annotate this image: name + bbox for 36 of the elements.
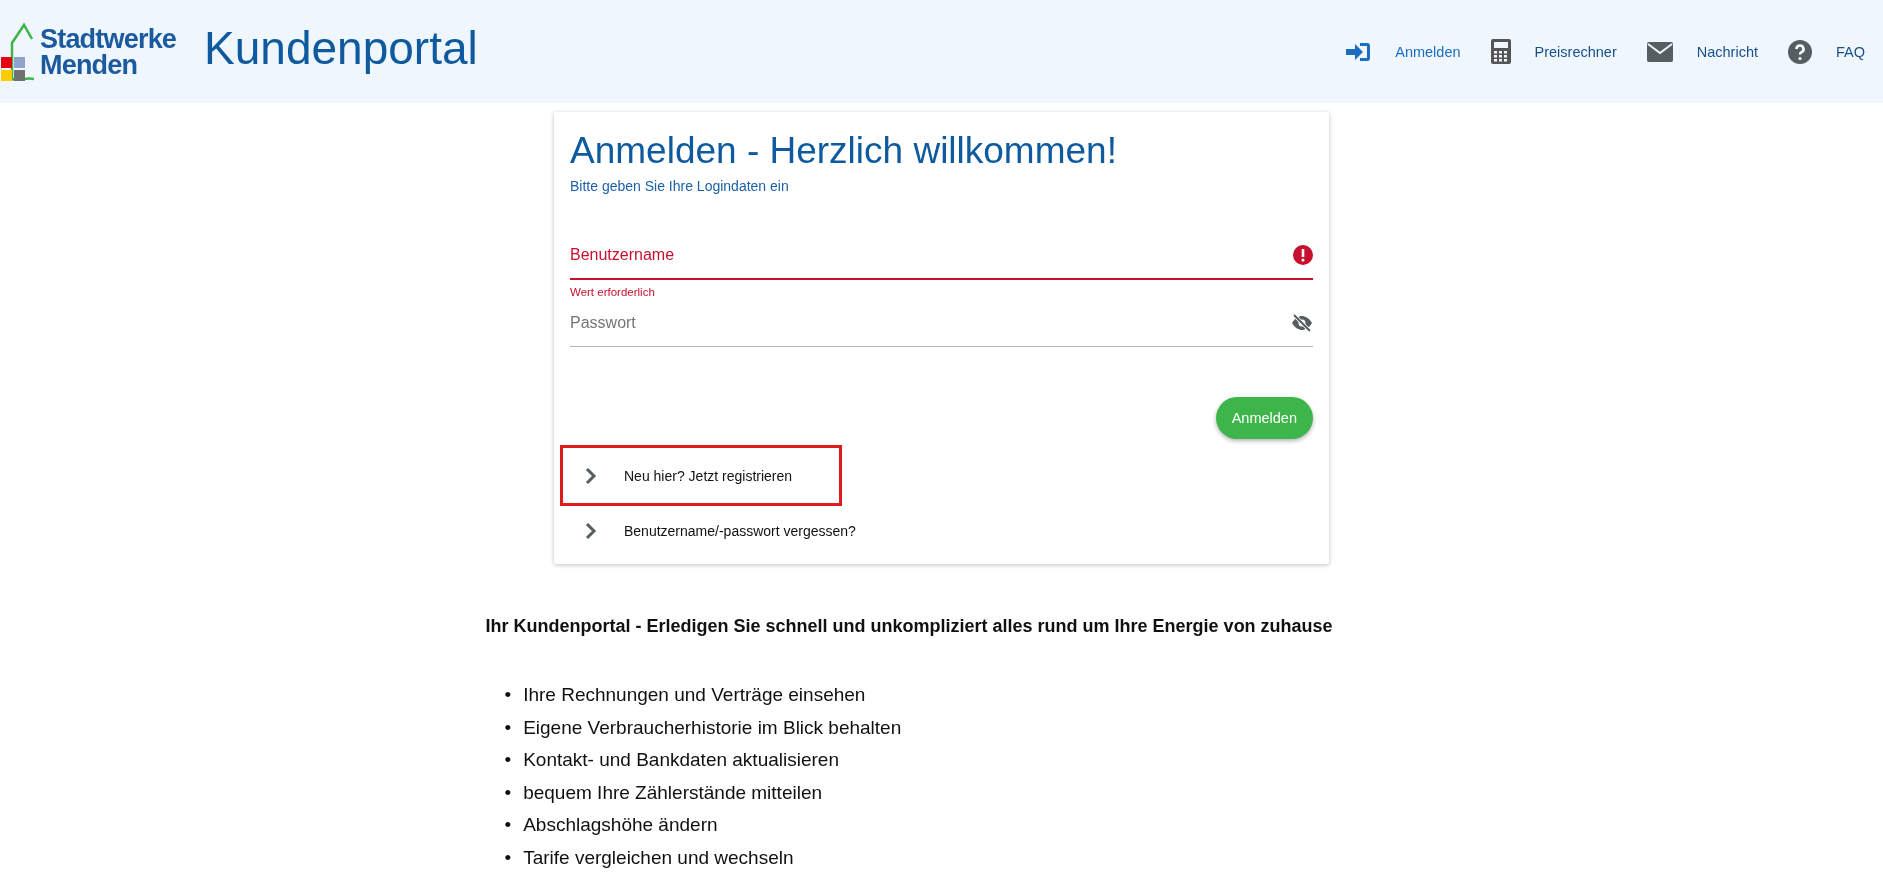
nav-link[interactable]: Nachricht [1646,41,1758,62]
nav-link[interactable]: Anmelden [1345,40,1461,63]
logo-text: Menden [40,51,139,78]
feature-item: Eigene Verbraucherhistorie im Blick behalten [523,715,902,740]
bullet-mark: • [504,683,512,707]
portal-title: Kundenportal [204,20,478,76]
bullet-mark: • [504,715,512,740]
feature-item: Ihre Rechnungen und Verträge einsehen [523,683,866,707]
input-field[interactable]: Passwort [570,311,1291,335]
card-subtitle: Bitte geben Sie Ihre Logindaten ein [570,178,790,194]
house-logo-icon [0,20,34,83]
envelope-icon [1646,41,1673,62]
nav-link[interactable]: FAQ [1788,39,1865,64]
chevron-right-icon [585,466,597,485]
input-field[interactable]: Benutzername [570,243,1293,267]
chevron-right-icon [585,522,597,540]
nav-link[interactable]: Preisrechner [1490,39,1617,64]
error-icon [1293,245,1313,265]
card-title: Anmelden - Herzlich willkommen! [570,130,1118,172]
expand-link[interactable]: Benutzername/-passwort vergessen? [563,522,856,540]
bullet-mark: • [504,748,512,772]
logo-text: Stadtwerke [40,25,177,52]
bullet-mark: • [504,845,512,870]
help-icon [1788,39,1812,64]
expand-link[interactable]: Neu hier? Jetzt registrieren [563,466,793,485]
feature-item: Tarife vergleichen und wechseln [523,845,794,870]
bullet-mark: • [504,813,512,837]
sign-in-icon [1345,40,1372,63]
intro-heading: Ihr Kundenportal - Erledigen Sie schnell und unkompliziert alles rund um Ihre Energie von zuhause [485,616,1334,637]
calculator-icon [1490,39,1511,64]
eye-slash-icon[interactable] [1291,314,1313,332]
bullet-mark: • [504,780,512,805]
error-text: Wert erforderlich [570,286,656,300]
feature-item: bequem Ihre Zählerstände mitteilen [523,780,823,805]
feature-item: Abschlagshöhe ändern [523,813,718,837]
feature-item: Kontakt- und Bankdaten aktualisieren [523,748,839,772]
